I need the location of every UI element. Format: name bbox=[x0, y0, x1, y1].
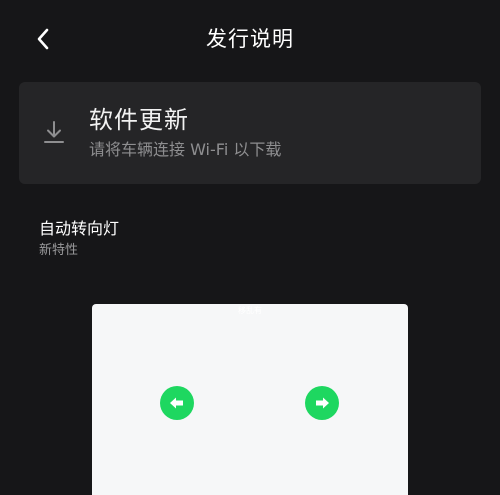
feature-preview-image: 移乱有 bbox=[92, 304, 408, 495]
software-update-title: 软件更新 bbox=[89, 106, 189, 134]
right-turn-signal-icon bbox=[305, 386, 339, 420]
download-icon bbox=[44, 121, 64, 143]
page-title: 发行说明 bbox=[206, 27, 294, 51]
preview-caption: 移乱有 bbox=[238, 306, 262, 315]
feature-title: 自动转向灯 bbox=[39, 219, 120, 238]
feature-subtitle: 新特性 bbox=[39, 243, 79, 258]
release-notes-screen: 发行说明 软件更新 请将车辆连接 Wi-Fi 以下载 自动转向灯 新特性 移乱有 bbox=[0, 0, 500, 495]
left-turn-signal-icon bbox=[160, 386, 194, 420]
software-update-subtitle: 请将车辆连接 Wi-Fi 以下载 bbox=[89, 140, 282, 159]
header: 发行说明 bbox=[0, 0, 500, 78]
